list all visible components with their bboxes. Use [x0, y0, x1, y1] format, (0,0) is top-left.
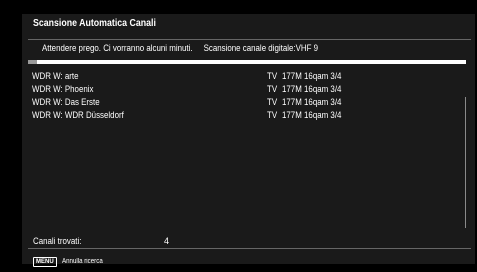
channel-row[interactable]: WDR W: Das Erste TV 177M 16qam 3/4 [32, 97, 452, 110]
channel-name: WDR W: WDR Düsseldorf [32, 110, 124, 120]
channel-name: WDR W: arte [32, 71, 79, 81]
scan-progress-fill [28, 60, 37, 64]
channel-row[interactable]: WDR W: arte TV 177M 16qam 3/4 [32, 71, 452, 84]
channel-type: TV [267, 84, 278, 94]
channel-type: TV [267, 71, 278, 81]
channel-name: WDR W: Das Erste [32, 97, 100, 107]
channels-found-label: Canali trovati: [33, 236, 82, 246]
channel-frequency: 177M 16qam 3/4 [282, 71, 342, 81]
channel-frequency: 177M 16qam 3/4 [282, 110, 342, 120]
footer-divider [28, 248, 471, 249]
channel-row[interactable]: WDR W: Phoenix TV 177M 16qam 3/4 [32, 84, 452, 97]
list-scrollbar[interactable] [465, 97, 466, 228]
channel-scan-dialog: Scansione Automatica Canali Attendere pr… [22, 14, 475, 267]
channels-found-count: 4 [164, 236, 170, 246]
menu-key-icon[interactable]: MENU [33, 256, 57, 267]
tv-screen: Scansione Automatica Canali Attendere pr… [0, 0, 477, 272]
dialog-title: Scansione Automatica Canali [33, 18, 156, 29]
channel-name: WDR W: Phoenix [32, 84, 94, 94]
channel-row[interactable]: WDR W: WDR Düsseldorf TV 177M 16qam 3/4 [32, 110, 452, 123]
wait-message: Attendere prego. Ci vorranno alcuni minu… [42, 43, 193, 53]
channel-frequency: 177M 16qam 3/4 [282, 84, 342, 94]
scan-channel-message: Scansione canale digitale:VHF 9 [203, 43, 319, 53]
channel-type: TV [267, 110, 278, 120]
channel-type: TV [267, 97, 278, 107]
cancel-search-label: Annulla ricerca [62, 258, 103, 266]
footer-hint: MENU Annulla ricerca [33, 253, 108, 271]
channel-frequency: 177M 16qam 3/4 [282, 97, 342, 107]
found-channel-list: WDR W: arte TV 177M 16qam 3/4 WDR W: Pho… [32, 71, 452, 123]
title-divider [28, 39, 471, 40]
scan-status: Attendere prego. Ci vorranno alcuni minu… [42, 43, 318, 53]
scan-progress-bar [28, 60, 466, 64]
